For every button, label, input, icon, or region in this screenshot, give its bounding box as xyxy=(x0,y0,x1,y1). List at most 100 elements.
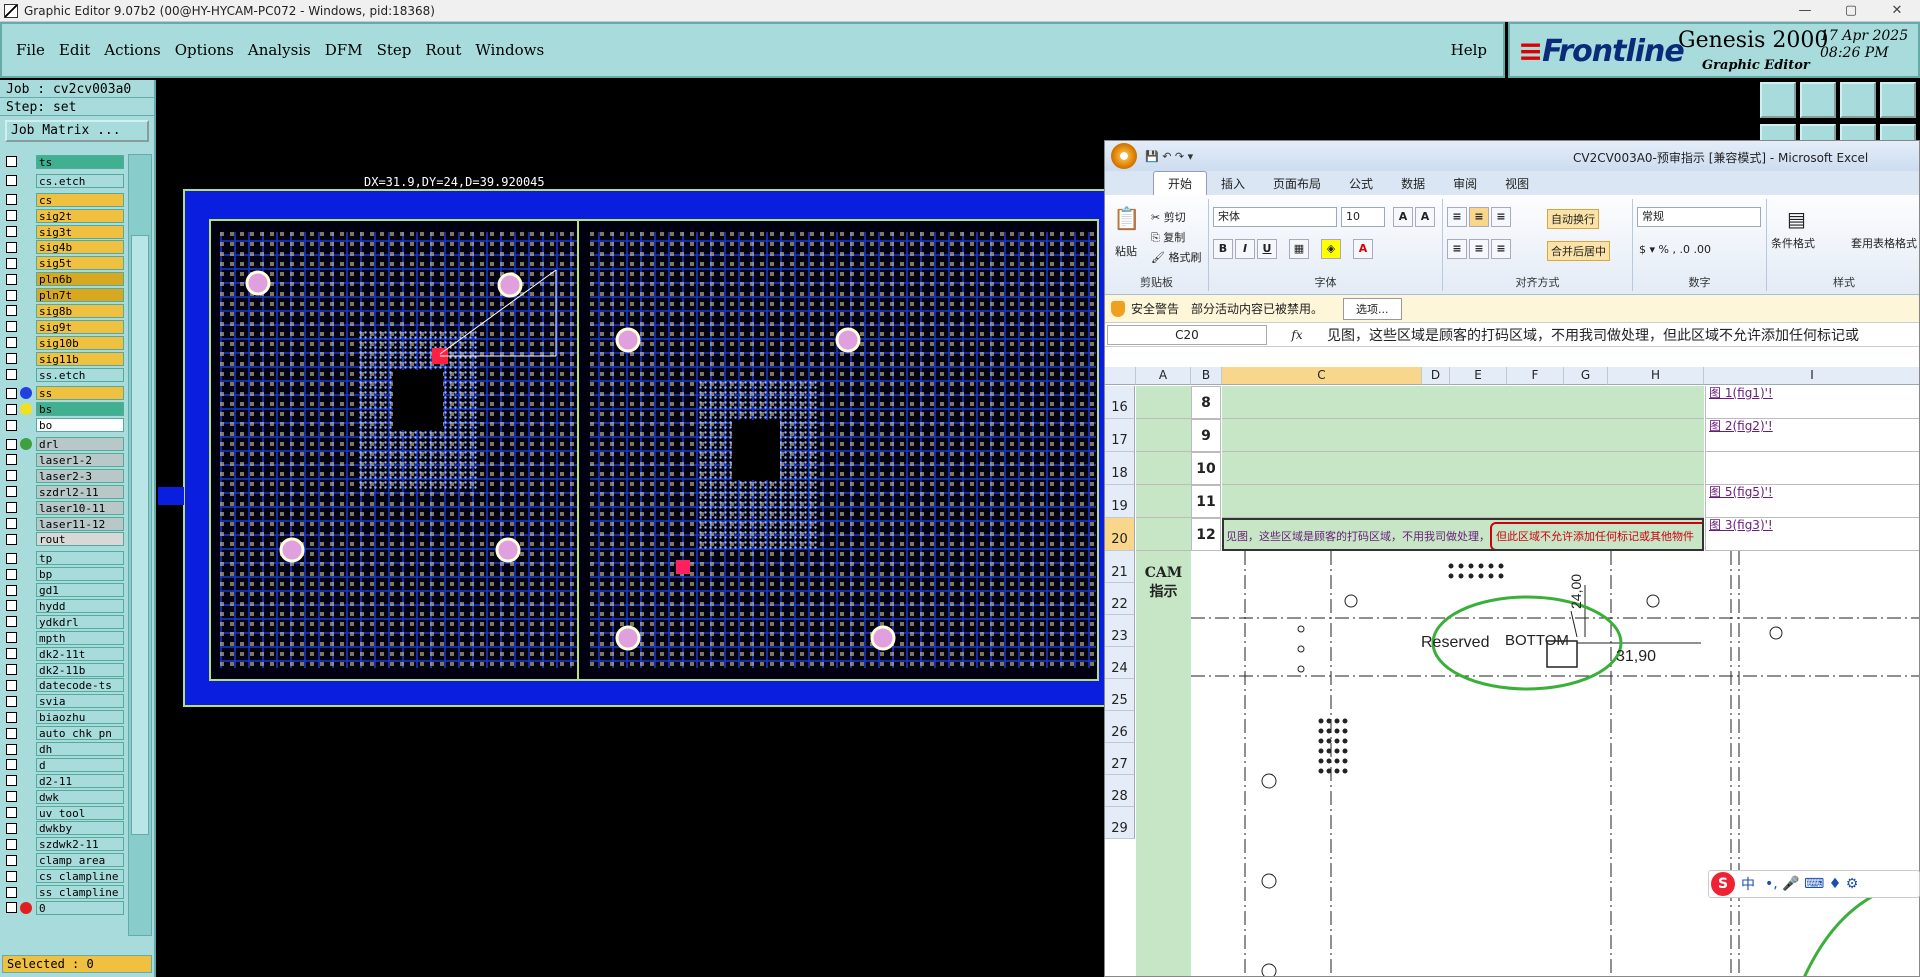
embedded-drawing[interactable]: Reserved BOTTOM 31,90 24,00 Reserve xyxy=(1191,551,1919,976)
layer-name[interactable]: cs xyxy=(36,192,124,207)
layer-row[interactable]: dk2-11b xyxy=(2,662,124,678)
align-bottom-icon[interactable]: ≡ xyxy=(1491,207,1511,227)
layer-checkbox[interactable] xyxy=(6,822,17,834)
column-header[interactable]: H xyxy=(1608,367,1704,385)
layer-row[interactable]: dwkby xyxy=(2,821,124,837)
align-right-icon[interactable]: ≡ xyxy=(1491,239,1511,259)
layer-checkbox[interactable] xyxy=(6,194,17,206)
menu-rout[interactable]: Rout xyxy=(425,41,461,59)
layer-row[interactable]: szdwk2-11 xyxy=(2,836,124,852)
layer-name[interactable]: laser11-12 xyxy=(36,516,124,531)
layer-checkbox[interactable] xyxy=(6,743,17,755)
layer-name[interactable]: cs.etch xyxy=(36,173,124,188)
layer-name[interactable]: d2-11 xyxy=(36,773,124,788)
layer-checkbox[interactable] xyxy=(6,759,17,771)
layer-row[interactable]: laser2-3 xyxy=(2,468,124,484)
cell-c[interactable] xyxy=(1222,419,1704,452)
conditional-format-icon[interactable]: ▤ xyxy=(1787,207,1806,231)
layer-checkbox[interactable] xyxy=(6,600,17,612)
pcb-board-2[interactable] xyxy=(577,219,1099,681)
layer-name[interactable]: datecode-ts xyxy=(36,678,124,693)
layer-row[interactable]: bo xyxy=(2,417,124,433)
layer-row[interactable]: sig10b xyxy=(2,335,124,351)
row-header[interactable]: 27 xyxy=(1105,743,1135,775)
layer-name[interactable]: sig5t xyxy=(36,256,124,271)
row-header[interactable]: 24 xyxy=(1105,647,1135,679)
layer-name[interactable]: laser10-11 xyxy=(36,500,124,515)
tool-button-1[interactable] xyxy=(1760,82,1796,118)
job-matrix-button[interactable]: Job Matrix ... xyxy=(5,120,149,142)
layer-checkbox[interactable] xyxy=(6,156,17,168)
layer-name[interactable]: dk2-11b xyxy=(36,662,124,677)
layer-row[interactable]: ss.etch xyxy=(2,367,124,383)
layer-row[interactable]: sig2t xyxy=(2,208,124,224)
column-header[interactable]: I xyxy=(1704,367,1919,385)
merge-center-button[interactable]: 合并后居中 xyxy=(1547,241,1610,261)
align-middle-icon[interactable]: ≡ xyxy=(1469,207,1489,227)
sogou-icon[interactable]: S xyxy=(1711,872,1735,896)
cell-b[interactable]: 12 xyxy=(1191,518,1221,551)
layer-row[interactable]: cs xyxy=(2,192,124,208)
paste-icon[interactable]: 📋 xyxy=(1113,207,1140,232)
cell-a[interactable] xyxy=(1136,452,1191,485)
layer-row[interactable]: hydd xyxy=(2,598,124,614)
layer-row[interactable]: d2-11 xyxy=(2,773,124,789)
ribbon-tab[interactable]: 审阅 xyxy=(1439,172,1491,195)
layer-row[interactable]: ss_clampline xyxy=(2,884,124,900)
layer-checkbox[interactable] xyxy=(6,470,17,482)
row-header[interactable]: 20 xyxy=(1105,518,1135,551)
ime-icons[interactable]: •, 🎤 ⌨ ♦ ⚙ xyxy=(1765,876,1858,892)
layer-name[interactable]: sig8b xyxy=(36,303,124,318)
layer-name[interactable]: sig10b xyxy=(36,335,124,350)
column-header[interactable]: F xyxy=(1507,367,1564,385)
layer-name[interactable]: dk2-11t xyxy=(36,646,124,661)
layer-checkbox[interactable] xyxy=(6,902,17,914)
layer-row[interactable]: laser1-2 xyxy=(2,452,124,468)
layer-checkbox[interactable] xyxy=(6,886,17,898)
hyperlink-cell[interactable]: 图 1(fig1)'! xyxy=(1705,386,1919,419)
tool-button-2[interactable] xyxy=(1800,82,1836,118)
layer-name[interactable]: laser1-2 xyxy=(36,452,124,467)
ribbon-tab[interactable]: 插入 xyxy=(1207,172,1259,195)
layer-row[interactable]: bp xyxy=(2,566,124,582)
row-header[interactable]: 28 xyxy=(1105,775,1135,807)
layer-row[interactable]: bs xyxy=(2,401,124,417)
layer-name[interactable]: pln7t xyxy=(36,288,124,303)
column-header[interactable]: A xyxy=(1136,367,1191,385)
layer-name[interactable]: ss.etch xyxy=(36,367,124,382)
menu-step[interactable]: Step xyxy=(377,41,412,59)
layer-checkbox[interactable] xyxy=(6,584,17,596)
quick-access-toolbar[interactable]: 💾 ↶ ↷ ▾ xyxy=(1145,150,1193,163)
menu-file[interactable]: File xyxy=(16,41,45,59)
cell-c[interactable] xyxy=(1222,452,1704,485)
layer-checkbox[interactable] xyxy=(6,854,17,866)
layer-row[interactable]: clamp_area xyxy=(2,852,124,868)
cell-b[interactable]: 11 xyxy=(1191,485,1221,518)
layer-checkbox[interactable] xyxy=(6,273,17,285)
hyperlink-cell[interactable] xyxy=(1705,452,1919,485)
layer-checkbox[interactable] xyxy=(6,337,17,349)
layer-row[interactable]: dwk xyxy=(2,789,124,805)
layer-checkbox[interactable] xyxy=(6,695,17,707)
layer-row[interactable]: dh xyxy=(2,741,124,757)
layer-row[interactable]: tp xyxy=(2,550,124,566)
wrap-text-button[interactable]: 自动换行 xyxy=(1547,209,1599,229)
pcb-board-1[interactable]: DX=31.9,DY=24,D=39.920045 xyxy=(209,175,593,681)
layer-name[interactable]: bo xyxy=(36,418,124,433)
layer-checkbox[interactable] xyxy=(6,502,17,514)
layer-row[interactable]: sig8b xyxy=(2,303,124,319)
layer-checkbox[interactable] xyxy=(6,870,17,882)
layer-row[interactable]: gd1 xyxy=(2,582,124,598)
layer-row[interactable]: sig11b xyxy=(2,351,124,367)
layer-checkbox[interactable] xyxy=(6,632,17,644)
layer-row[interactable]: uv_tool xyxy=(2,805,124,821)
conditional-format-button[interactable]: 条件格式 xyxy=(1771,235,1815,251)
layer-name[interactable]: d xyxy=(36,757,124,772)
row-header[interactable]: 17 xyxy=(1105,419,1135,452)
security-options-button[interactable]: 选项... xyxy=(1343,297,1402,320)
align-left-icon[interactable]: ≡ xyxy=(1447,239,1467,259)
layer-row[interactable]: ss xyxy=(2,385,124,401)
cell-b[interactable]: 8 xyxy=(1191,386,1221,419)
layer-name[interactable]: sig2t xyxy=(36,208,124,223)
office-button-icon[interactable] xyxy=(1111,143,1137,169)
